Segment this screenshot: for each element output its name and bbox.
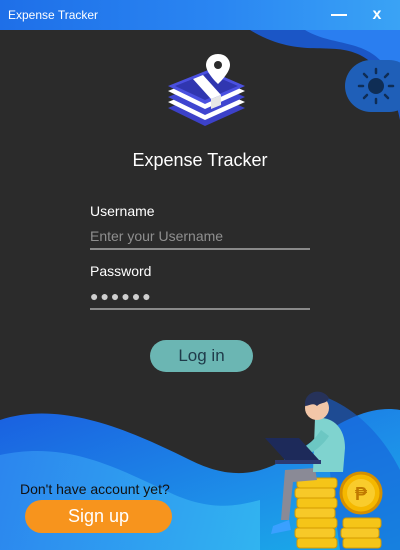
person-on-coins-illustration: ₱ — [265, 391, 383, 549]
username-input[interactable] — [90, 224, 310, 250]
close-button[interactable]: x — [360, 0, 394, 30]
password-input[interactable] — [90, 284, 310, 310]
login-window: Expense Tracker x Expense Tracker Userna… — [0, 0, 400, 550]
minimize-icon — [331, 14, 347, 16]
password-label: Password — [90, 263, 152, 279]
app-title: Expense Tracker — [132, 150, 268, 170]
username-label: Username — [90, 203, 155, 219]
sun-icon — [357, 67, 395, 105]
svg-text:₱: ₱ — [355, 484, 367, 504]
title-bar: Expense Tracker x — [0, 0, 400, 30]
window-title: Expense Tracker — [8, 8, 99, 22]
coin-stack-left — [294, 477, 338, 549]
signup-prompt: Don't have account yet? — [20, 481, 170, 497]
login-button[interactable]: Log in — [150, 340, 253, 372]
coin-stack-right — [340, 517, 382, 549]
signup-button[interactable]: Sign up — [25, 500, 172, 533]
theme-toggle-button[interactable] — [345, 60, 400, 112]
minimize-button[interactable] — [322, 0, 356, 30]
peso-coin-icon: ₱ — [339, 471, 383, 515]
money-location-icon — [168, 54, 245, 126]
